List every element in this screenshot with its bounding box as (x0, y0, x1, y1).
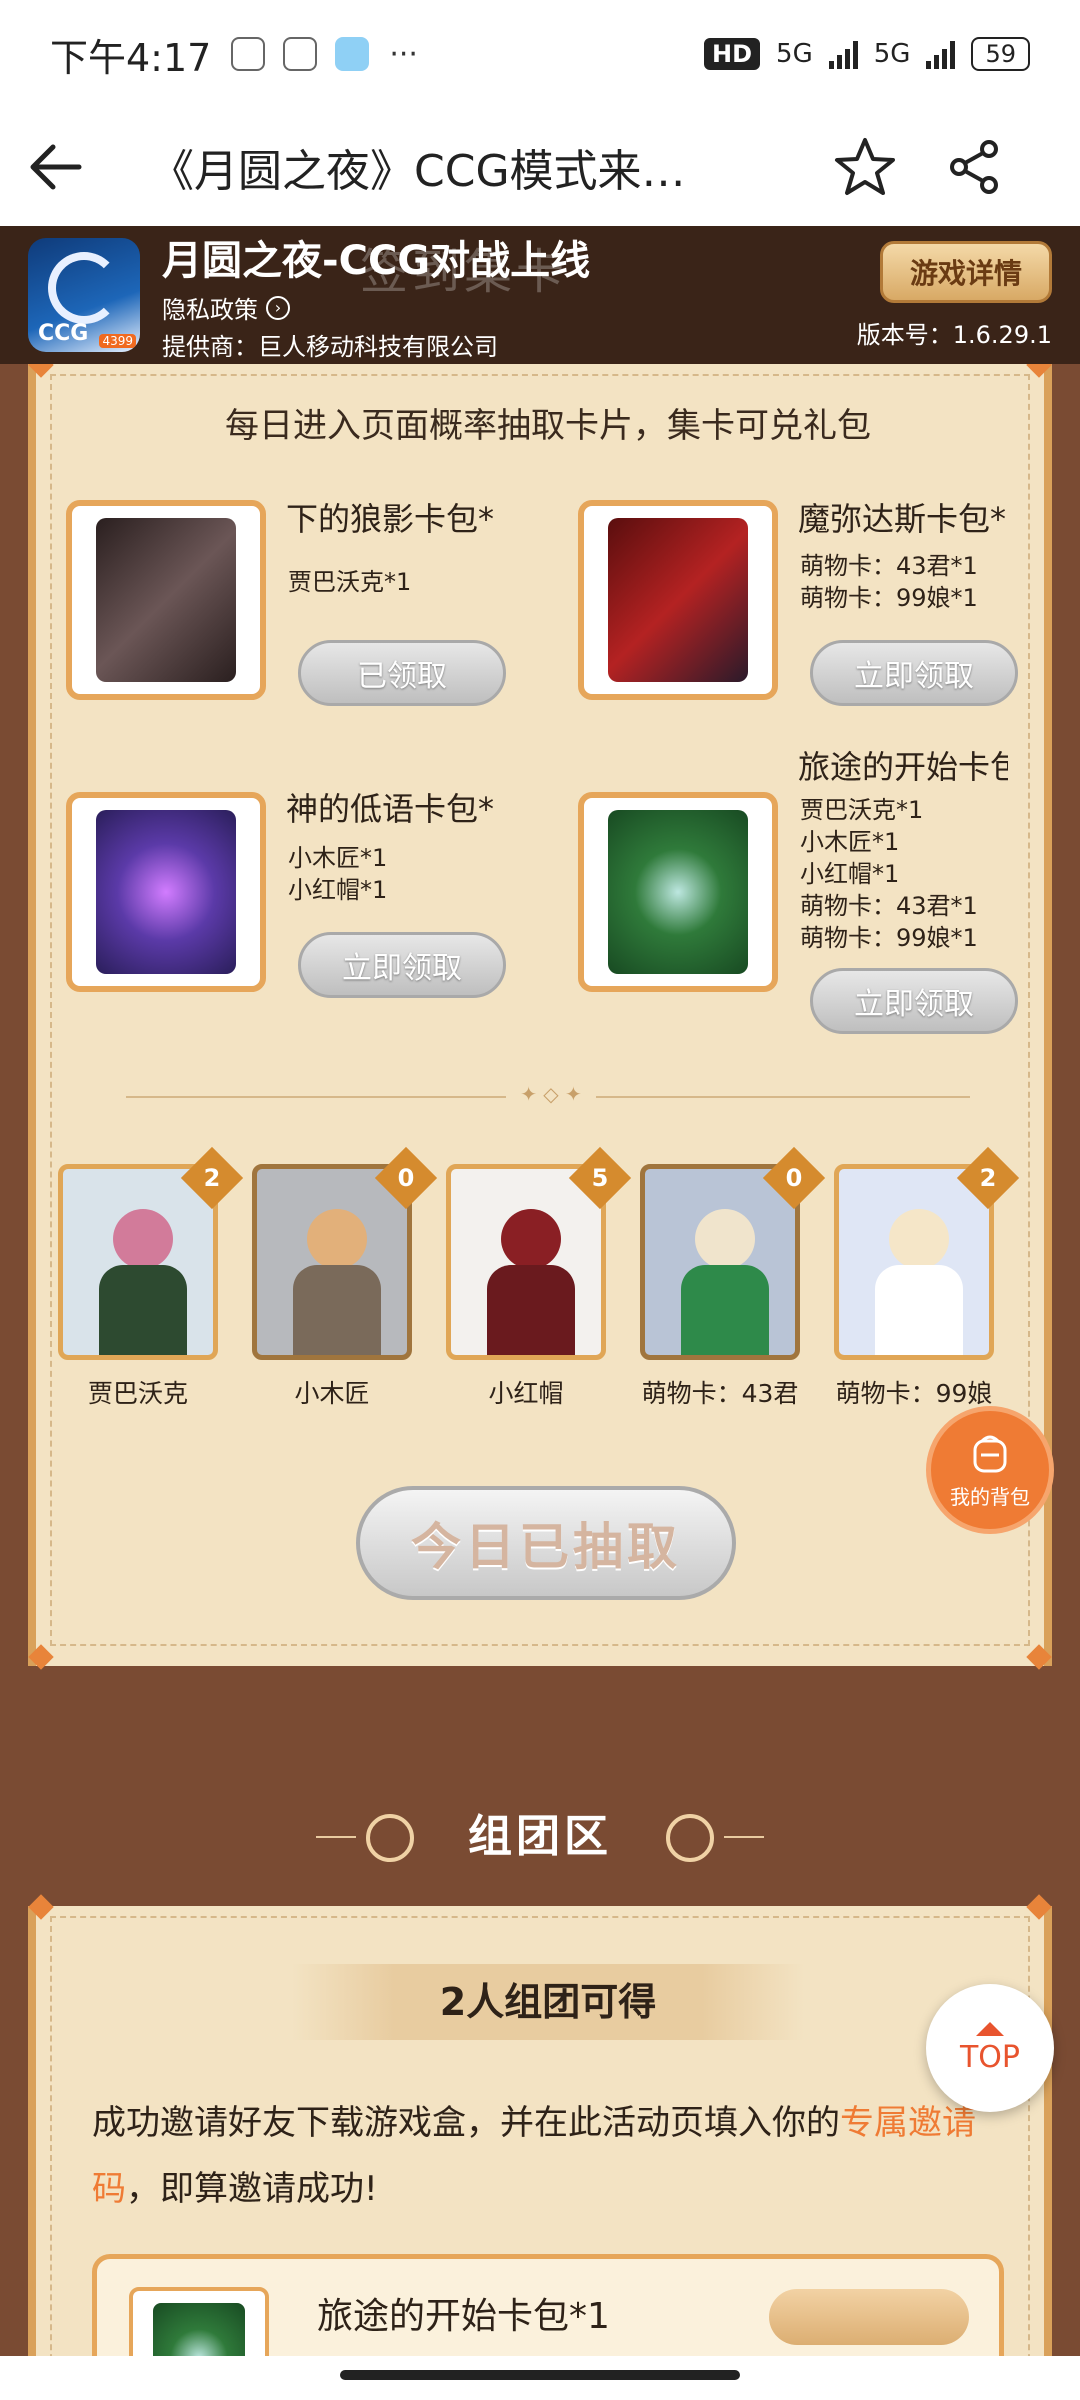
game-detail-button[interactable]: 游戏详情 (880, 240, 1052, 303)
card-pack-image (66, 792, 266, 992)
signal-icon (828, 39, 858, 69)
pack-contents: 贾巴沃克*1 (288, 566, 411, 598)
divider-ornament: ✦ ◇ ✦ (506, 1082, 596, 1106)
pack-content-item: 贾巴沃克*1 (800, 796, 924, 824)
midas-pack-art (608, 518, 748, 682)
pack-content-item: 小木匠*1 (288, 844, 388, 872)
character-count: 2 (979, 1164, 997, 1192)
corner-ornament (1026, 1894, 1052, 1920)
arrow-up-icon (976, 2021, 1004, 2036)
desc-text: 成功邀请好友下载游戏盒，并在此活动页填入你的 (92, 2103, 840, 2143)
pack-content-item: 萌物卡：43君*1 (800, 892, 978, 920)
back-button[interactable] (0, 108, 110, 226)
card-collection-panel: 每日进入页面概率抽取卡片，集卡可兑礼包 下的狼影卡包* 贾巴沃克*1 已领取 魔… (28, 352, 1052, 1670)
team-section-heading: 组团区 (468, 1811, 612, 1862)
character-name: 小木匠 (294, 1379, 370, 1408)
claim-now-button[interactable]: 立即领取 (298, 932, 506, 998)
network-label-2: 5G (873, 39, 911, 69)
star-icon (835, 138, 895, 195)
team-title: 2人组团可得 (292, 1964, 804, 2040)
status-bar: 下午4:17 ··· HD 5G 5G 59 (0, 0, 1080, 108)
notification-icons (231, 37, 370, 71)
section-line (724, 1836, 764, 1838)
pack-content-item: 贾巴沃克*1 (288, 568, 412, 596)
chevron-right-icon: › (266, 295, 290, 320)
pack-title: 旅途的开始卡包 (798, 748, 1008, 786)
top-label: TOP (959, 2039, 1021, 2075)
desc-text: ，即算邀请成功! (126, 2169, 378, 2209)
pack-content-item: 小木匠*1 (800, 828, 900, 856)
pack-content-item: 小红帽*1 (800, 860, 900, 888)
corner-ornament (28, 1644, 54, 1670)
pack-contents: 小木匠*1 小红帽*1 (288, 842, 387, 906)
scroll-top-button[interactable]: TOP (926, 1984, 1054, 2112)
my-bag-button[interactable]: 我的背包 (926, 1406, 1054, 1534)
page-title: 《月圆之夜》CCG模式来… (150, 146, 686, 197)
pack-content-item: 萌物卡：99娘*1 (800, 924, 978, 952)
app-notification-icon (231, 37, 266, 71)
reward-action-button[interactable] (769, 2289, 969, 2345)
character-count: 0 (785, 1164, 803, 1192)
drawn-today-button[interactable]: 今日已抽取 (356, 1486, 736, 1600)
pack-contents: 贾巴沃克*1 小木匠*1 小红帽*1 萌物卡：43君*1 萌物卡：99娘*1 (800, 794, 978, 954)
section-ornament-icon (666, 1814, 714, 1862)
network-label-1: 5G (776, 39, 813, 69)
chat-notification-icon (283, 37, 318, 71)
card-pack-image (578, 500, 778, 700)
share-button[interactable] (920, 108, 1030, 226)
claimed-button[interactable]: 已领取 (298, 640, 506, 706)
my-bag-label: 我的背包 (950, 1484, 1030, 1509)
pack-content-item: 萌物卡：99娘*1 (800, 584, 978, 612)
cloud-notification-icon (335, 37, 370, 71)
character-count: 0 (397, 1164, 415, 1192)
card-intro-text: 每日进入页面概率抽取卡片，集卡可兑礼包 (225, 406, 871, 446)
corner-ornament (1026, 1644, 1052, 1670)
home-indicator[interactable] (340, 2370, 740, 2380)
privacy-label: 隐私政策 (162, 296, 258, 324)
logo-ccg-text: CCG (38, 321, 89, 346)
section-heading-behind-banner: 签到集卡 (360, 244, 569, 300)
journey-pack-art (608, 810, 748, 974)
team-panel: 2人组团可得 成功邀请好友下载游戏盒，并在此活动页填入你的专属邀请码，即算邀请成… (28, 1894, 1052, 2400)
character-count: 2 (203, 1164, 221, 1192)
pack-title: 下的狼影卡包* (286, 500, 495, 538)
provider-text: 提供商：巨人移动科技有限公司 (162, 333, 498, 361)
status-time: 下午4:17 (50, 35, 212, 80)
signal-icon-2 (926, 39, 956, 69)
card-pack-image (66, 500, 266, 700)
wolf-pack-art (96, 518, 236, 682)
app-logo: CCG 4399 (28, 238, 140, 352)
pack-content-item: 萌物卡：43君*1 (800, 552, 978, 580)
claim-now-button[interactable]: 立即领取 (810, 968, 1018, 1034)
browser-header: 《月圆之夜》CCG模式来… (0, 108, 1080, 226)
reward-title: 旅途的开始卡包*1 (317, 2296, 610, 2337)
back-arrow-icon (30, 144, 82, 190)
app-banner-right: 游戏详情 版本号：1.6.29.1 (856, 240, 1052, 350)
share-icon (950, 140, 998, 194)
favorite-button[interactable] (810, 108, 920, 226)
backpack-icon (973, 1435, 1007, 1472)
character-name: 贾巴沃克 (87, 1379, 188, 1408)
pack-title: 魔弥达斯卡包* (798, 500, 1007, 538)
character-name: 萌物卡：99娘 (835, 1379, 993, 1408)
character-name: 小红帽 (488, 1379, 564, 1408)
team-description: 成功邀请好友下载游戏盒，并在此活动页填入你的专属邀请码，即算邀请成功! (92, 2090, 1032, 2222)
pack-contents: 萌物卡：43君*1 萌物卡：99娘*1 (800, 550, 978, 614)
card-pack-image (578, 792, 778, 992)
pack-title: 神的低语卡包* (286, 790, 495, 828)
version-text: 版本号：1.6.29.1 (856, 320, 1052, 349)
claim-now-button[interactable]: 立即领取 (810, 640, 1018, 706)
logo-4399-badge: 4399 (99, 334, 136, 348)
character-name: 萌物卡：43君 (641, 1379, 799, 1408)
more-notifications-icon: ··· (389, 36, 418, 72)
pack-content-item: 小红帽*1 (288, 876, 388, 904)
status-indicators: HD 5G 5G 59 (704, 37, 1030, 71)
battery-icon: 59 (971, 37, 1030, 71)
whisper-pack-art (96, 810, 236, 974)
character-count: 5 (591, 1164, 609, 1192)
hd-icon: HD (704, 38, 761, 70)
